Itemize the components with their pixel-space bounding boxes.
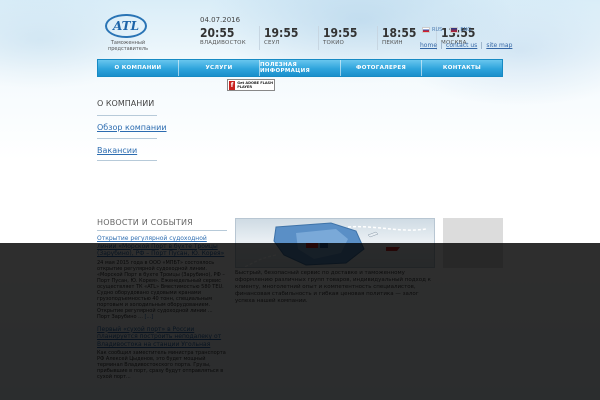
train-car-icon <box>320 243 328 248</box>
current-date: 04.07.2016 <box>200 16 241 24</box>
site-map-link[interactable]: site map <box>481 42 516 49</box>
nav-gallery[interactable]: ФОТОГАЛЕРЕЯ <box>341 60 422 76</box>
language-eng[interactable]: ENG <box>450 27 471 33</box>
sidebar-link-vacancies[interactable]: Вакансии <box>97 146 137 155</box>
language-rus[interactable]: RUS <box>422 27 442 33</box>
top-links: home contact us site map <box>420 42 516 49</box>
clock-time: 19:55 <box>264 26 299 40</box>
clock-city: СЕУЛ <box>264 40 280 46</box>
news-item: Первый «сухой порт» в России планируется… <box>97 326 227 381</box>
news-body-text: 24 мая 2015 года в ООО «МПБТ» состоялось… <box>97 259 225 320</box>
nav-useful-info[interactable]: ПОЛЕЗНАЯ ИНФОРМАЦИЯ <box>260 60 341 76</box>
airplane-icon <box>367 231 379 238</box>
news-section-title: НОВОСТИ И СОБЫТИЯ <box>97 218 193 227</box>
main-navigation: О КОМПАНИИ УСЛУГИ ПОЛЕЗНАЯ ИНФОРМАЦИЯ ФО… <box>97 59 503 77</box>
section-title: О КОМПАНИИ <box>97 99 155 108</box>
company-logo[interactable]: ATL Таможенный представитель <box>98 14 158 54</box>
clock-city: ВЛАДИВОСТОК <box>200 40 246 46</box>
banner-side-panel <box>443 218 503 268</box>
logo-emblem: ATL <box>105 14 147 38</box>
language-switcher: RUS ENG <box>422 27 471 33</box>
map-illustration <box>243 222 427 267</box>
language-label: RUS <box>432 27 443 33</box>
train-icon <box>306 243 318 248</box>
uk-flag-icon <box>450 27 459 33</box>
route-line <box>347 225 427 231</box>
sidebar-link-overview[interactable]: Обзор компании <box>97 123 167 132</box>
russia-flag-icon <box>422 27 430 33</box>
flash-badge-label: Get ADOBE FLASH PLAYER <box>237 81 274 89</box>
news-body: Как сообщил заместитель министра транспо… <box>97 350 226 380</box>
news-headline-link[interactable]: Первый «сухой порт» в России планируется… <box>97 326 227 349</box>
contact-us-link[interactable]: contact us <box>441 42 481 49</box>
get-flash-player-badge[interactable]: f Get ADOBE FLASH PLAYER <box>227 79 275 91</box>
logo-text: ATL <box>112 19 140 33</box>
clock-time: 19:55 <box>323 26 358 40</box>
language-label: ENG <box>460 27 472 33</box>
nav-about[interactable]: О КОМПАНИИ <box>98 60 179 76</box>
home-link[interactable]: home <box>420 42 441 49</box>
logo-subtitle: Таможенный представитель <box>107 40 149 52</box>
news-list: Открытие регулярной судоходной линии «Мо… <box>97 235 227 386</box>
clock-seoul: 19:55 СЕУЛ <box>259 26 318 50</box>
news-headline-link[interactable]: Открытие регулярной судоходной линии «Мо… <box>97 235 227 258</box>
company-tagline: Быстрый, безопасный сервис по доставке и… <box>235 270 432 304</box>
divider <box>97 115 157 116</box>
divider <box>97 160 157 161</box>
divider <box>97 138 157 139</box>
logistics-map-banner <box>235 218 435 268</box>
nav-services[interactable]: УСЛУГИ <box>179 60 260 76</box>
read-more-link[interactable]: [...] <box>145 314 154 320</box>
divider <box>97 230 227 231</box>
nav-contacts[interactable]: КОНТАКТЫ <box>422 60 502 76</box>
news-body: 24 мая 2015 года в ООО «МПБТ» состоялось… <box>97 260 227 320</box>
news-item: Открытие регулярной судоходной линии «Мо… <box>97 235 227 320</box>
clock-tokyo: 19:55 ТОКИО <box>318 26 377 50</box>
clock-city: ТОКИО <box>323 40 345 46</box>
flash-icon: f <box>229 80 236 90</box>
route-line <box>243 254 277 267</box>
clock-time: 20:55 <box>200 26 235 40</box>
ship-icon <box>386 247 400 251</box>
clock-vladivostok: 20:55 ВЛАДИВОСТОК <box>200 26 259 50</box>
